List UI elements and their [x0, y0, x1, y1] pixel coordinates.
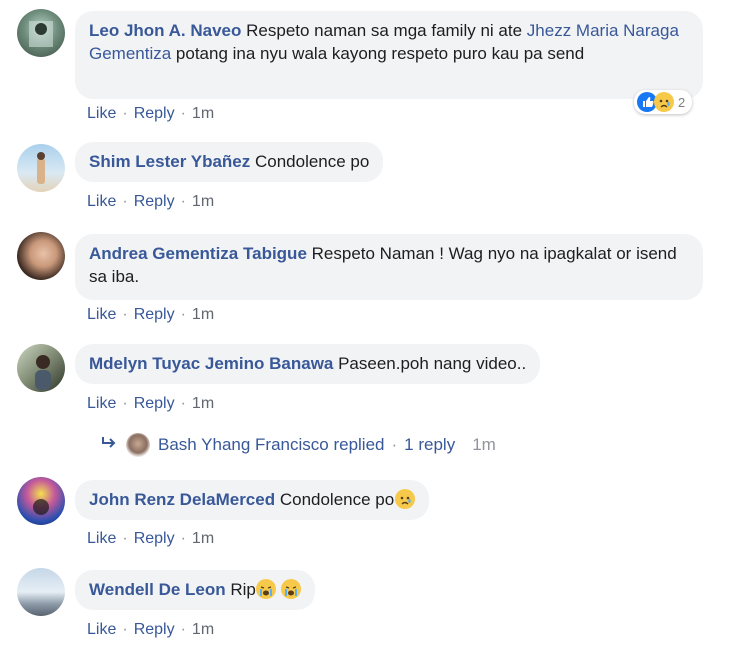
like-button[interactable]: Like — [87, 105, 116, 122]
avatar[interactable] — [17, 232, 65, 280]
replier-avatar — [126, 433, 150, 457]
comment-text: Condolence po — [250, 152, 370, 171]
timestamp[interactable]: 1m — [192, 621, 214, 638]
avatar[interactable] — [17, 568, 65, 616]
separator: · — [122, 530, 128, 547]
separator: · — [180, 193, 186, 210]
comment-bubble: Shim Lester Ybañez Condolence po — [75, 142, 384, 182]
comment-actions: Like · Reply · 1m — [87, 621, 214, 639]
comment-bubble: Wendell De Leon Rip — [75, 570, 315, 610]
reply-button[interactable]: Reply — [134, 530, 175, 547]
comment-text: Respeto naman sa mga family ni ate — [241, 21, 527, 40]
comment-bubble: Andrea Gementiza Tabigue Respeto Naman !… — [75, 234, 703, 300]
sad-reaction-icon — [654, 92, 674, 112]
comment-author[interactable]: Leo Jhon A. Naveo — [89, 21, 241, 40]
separator: · — [122, 306, 128, 323]
reply-count[interactable]: 1 reply — [404, 435, 455, 455]
comment-text: Paseen.poh nang video.. — [333, 354, 527, 373]
separator: · — [180, 306, 186, 323]
separator: · — [122, 105, 128, 122]
timestamp[interactable]: 1m — [192, 105, 214, 122]
comment-author[interactable]: Wendell De Leon — [89, 580, 226, 599]
like-button[interactable]: Like — [87, 193, 116, 210]
like-button[interactable]: Like — [87, 530, 116, 547]
comment-author[interactable]: Shim Lester Ybañez — [89, 152, 250, 171]
comment-text: Condolence po — [275, 490, 395, 509]
separator: · — [180, 105, 186, 122]
comment-text: potang ina nyu wala kayong respeto puro … — [171, 44, 585, 63]
avatar[interactable] — [17, 477, 65, 525]
sad-face-emoji-icon — [395, 489, 416, 509]
comment-actions: Like · Reply · 1m — [87, 306, 214, 324]
timestamp[interactable]: 1m — [192, 306, 214, 323]
separator: · — [180, 395, 186, 412]
comment-bubble: Mdelyn Tuyac Jemino Banawa Paseen.poh na… — [75, 344, 541, 384]
reply-timestamp: 1m — [472, 435, 496, 454]
comment-actions: Like · Reply · 1m — [87, 105, 214, 123]
replier-text[interactable]: Bash Yhang Francisco replied — [158, 435, 385, 455]
comment-bubble: John Renz DelaMerced Condolence po — [75, 480, 430, 520]
separator: · — [180, 621, 186, 638]
crying-face-emoji-icon — [255, 579, 276, 599]
crying-face-emoji-icon — [280, 579, 301, 599]
avatar[interactable] — [17, 9, 65, 57]
like-button[interactable]: Like — [87, 306, 116, 323]
comment-bubble: Leo Jhon A. Naveo Respeto naman sa mga f… — [75, 11, 703, 99]
reaction-summary[interactable]: 2 — [634, 90, 693, 114]
timestamp[interactable]: 1m — [192, 530, 214, 547]
separator: · — [122, 193, 128, 210]
comment-text: Rip — [225, 580, 256, 599]
comment-actions: Like · Reply · 1m — [87, 395, 214, 413]
reaction-count: 2 — [678, 94, 686, 110]
comment-author[interactable]: Mdelyn Tuyac Jemino Banawa — [89, 354, 333, 373]
avatar[interactable] — [17, 344, 65, 392]
separator: · — [391, 435, 398, 454]
reply-button[interactable]: Reply — [134, 105, 175, 122]
comment-actions: Like · Reply · 1m — [87, 530, 214, 548]
comment-author[interactable]: John Renz DelaMerced — [89, 490, 275, 509]
timestamp[interactable]: 1m — [192, 193, 214, 210]
separator: · — [180, 530, 186, 547]
reply-button[interactable]: Reply — [134, 193, 175, 210]
like-button[interactable]: Like — [87, 621, 116, 638]
comment-author[interactable]: Andrea Gementiza Tabigue — [89, 244, 307, 263]
timestamp[interactable]: 1m — [192, 395, 214, 412]
reply-button[interactable]: Reply — [134, 621, 175, 638]
separator: · — [122, 621, 128, 638]
comment-actions: Like · Reply · 1m — [87, 193, 214, 211]
like-button[interactable]: Like — [87, 395, 116, 412]
reply-button[interactable]: Reply — [134, 306, 175, 323]
view-replies-link[interactable]: Bash Yhang Francisco replied · 1 reply 1… — [100, 433, 496, 457]
avatar[interactable] — [17, 144, 65, 192]
reply-button[interactable]: Reply — [134, 395, 175, 412]
separator: · — [122, 395, 128, 412]
reply-arrow-icon — [100, 435, 120, 455]
